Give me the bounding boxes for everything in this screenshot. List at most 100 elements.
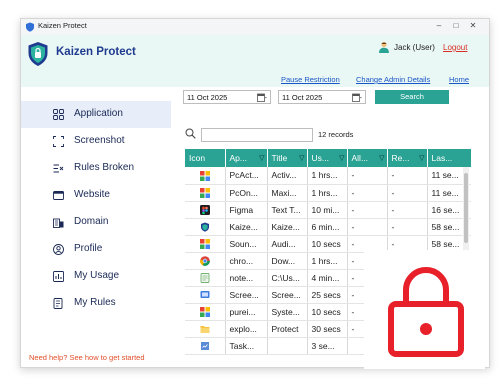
column-header-title[interactable]: Title ▽: [267, 149, 308, 167]
column-header-last-seen[interactable]: Las...: [427, 149, 471, 167]
table-cell: chro...: [225, 252, 268, 270]
table-cell: Audi...: [267, 235, 308, 253]
table-cell: [267, 337, 308, 355]
kaizen-shield-icon: [26, 22, 34, 32]
from-date-picker[interactable]: 11 Oct 2025: [183, 90, 271, 104]
screen-icon: [200, 290, 210, 298]
table-cell: Dow...: [267, 252, 308, 270]
filter-icon[interactable]: ▽: [299, 154, 304, 162]
app-icon-cell: [185, 184, 226, 202]
column-header-remaining[interactable]: Re... ▽: [387, 149, 428, 167]
table-cell: Scree...: [225, 286, 268, 304]
sidebar-item-domain[interactable]: Domain: [21, 209, 171, 236]
filter-icon[interactable]: ▽: [339, 154, 344, 162]
table-cell: 6 min...: [307, 218, 348, 236]
table-cell: -: [387, 218, 428, 236]
table-cell: note...: [225, 269, 268, 287]
app-icon-cell: [185, 337, 226, 355]
table-cell: 25 secs: [307, 286, 348, 304]
close-icon[interactable]: ✕: [467, 20, 479, 32]
filter-icon[interactable]: ▽: [379, 154, 384, 162]
rules-icon: [53, 298, 63, 309]
app-icon-cell: [185, 252, 226, 270]
calendar-icon: [257, 93, 267, 102]
apps-colorful-icon: [199, 170, 210, 181]
profile-icon: [53, 244, 64, 255]
sidebar-item-my-usage[interactable]: My Usage: [21, 263, 171, 290]
sidebar-item-screenshot[interactable]: Screenshot: [21, 128, 171, 155]
filter-icon[interactable]: ▽: [259, 154, 264, 162]
sidebar-item-label: Rules Broken: [74, 162, 135, 173]
logout-link[interactable]: Logout: [443, 43, 467, 52]
app-icon-cell: [185, 269, 226, 287]
scrollbar-thumb[interactable]: [464, 173, 468, 243]
sidebar-item-profile[interactable]: Profile: [21, 236, 171, 263]
chrome-icon: [199, 256, 210, 266]
sidebar-item-label: My Usage: [74, 270, 120, 281]
table-row[interactable]: PcAct... Activ... 1 hrs... - -11 se...: [185, 167, 471, 185]
help-link[interactable]: Need help? See how to get started: [29, 353, 145, 362]
app-icon-cell: [185, 320, 226, 338]
table-cell: -: [387, 201, 428, 219]
to-date-value: 11 Oct 2025: [282, 93, 323, 102]
title-bar: Kaizen Protect – □ ✕: [21, 19, 489, 35]
change-admin-details-link[interactable]: Change Admin Details: [356, 75, 430, 84]
app-icon-cell: [185, 201, 226, 219]
table-cell: 10 secs: [307, 303, 348, 321]
app-icon-cell: [185, 167, 226, 185]
table-cell: 1 hrs...: [307, 252, 348, 270]
table-cell: -: [347, 167, 388, 185]
sidebar-item-label: Screenshot: [74, 135, 125, 146]
task-icon: [200, 341, 209, 350]
domain-icon: [53, 218, 64, 228]
column-header-usage[interactable]: Us... ▽: [307, 149, 348, 167]
website-icon: [53, 191, 64, 200]
apps-colorful-icon: [199, 187, 210, 198]
screenshot-icon: [53, 136, 64, 147]
search-button[interactable]: Search: [375, 90, 449, 104]
table-row[interactable]: PcOn... Maxi... 1 hrs... - -11 se...: [185, 184, 471, 202]
table-cell: Scree...: [267, 286, 308, 304]
table-cell: Syste...: [267, 303, 308, 321]
to-date-picker[interactable]: 11 Oct 2025: [278, 90, 366, 104]
sidebar: Application Screenshot Rules Broken Webs…: [21, 87, 173, 362]
table-cell: 10 secs: [307, 235, 348, 253]
brand-name: Kaizen Protect: [56, 46, 136, 58]
table-row[interactable]: Figma Text T... 10 mi... - -16 se...: [185, 201, 471, 219]
table-cell: 30 secs: [307, 320, 348, 338]
sidebar-item-my-rules[interactable]: My Rules: [21, 290, 171, 317]
table-cell: 10 mi...: [307, 201, 348, 219]
maximize-icon[interactable]: □: [450, 20, 462, 32]
table-cell: PcOn...: [225, 184, 268, 202]
column-header-allowed[interactable]: All... ▽: [347, 149, 388, 167]
table-cell: C:\Us...: [267, 269, 308, 287]
table-cell: Soun...: [225, 235, 268, 253]
column-header-app[interactable]: Ap... ▽: [225, 149, 268, 167]
column-header-icon[interactable]: Icon: [185, 149, 226, 167]
sidebar-item-website[interactable]: Website: [21, 182, 171, 209]
sidebar-item-label: My Rules: [74, 297, 116, 308]
table-cell: 3 se...: [307, 337, 348, 355]
filter-input[interactable]: [201, 128, 313, 142]
app-header: Kaizen Protect Jack (User) Logout Pause …: [21, 35, 489, 87]
search-icon: [185, 128, 196, 139]
figma-icon: [199, 204, 210, 215]
table-cell: 4 min...: [307, 269, 348, 287]
sidebar-item-rules-broken[interactable]: Rules Broken: [21, 155, 171, 182]
table-row[interactable]: Kaize... Kaize... 6 min... - -58 se...: [185, 218, 471, 236]
filter-icon[interactable]: ▽: [419, 154, 424, 162]
home-link[interactable]: Home: [449, 75, 469, 84]
table-cell: Text T...: [267, 201, 308, 219]
notepad-icon: [200, 273, 210, 283]
table-cell: Maxi...: [267, 184, 308, 202]
app-icon-cell: [185, 286, 226, 304]
sidebar-item-application[interactable]: Application: [21, 101, 171, 128]
apps-grid-icon: [53, 109, 64, 120]
lock-icon: [388, 267, 464, 357]
from-date-value: 11 Oct 2025: [187, 93, 228, 102]
minimize-icon[interactable]: –: [433, 20, 445, 32]
table-cell: -: [347, 184, 388, 202]
lock-overlay: [364, 250, 485, 369]
pause-restriction-link[interactable]: Pause Restriction: [281, 75, 340, 84]
table-cell: explo...: [225, 320, 268, 338]
